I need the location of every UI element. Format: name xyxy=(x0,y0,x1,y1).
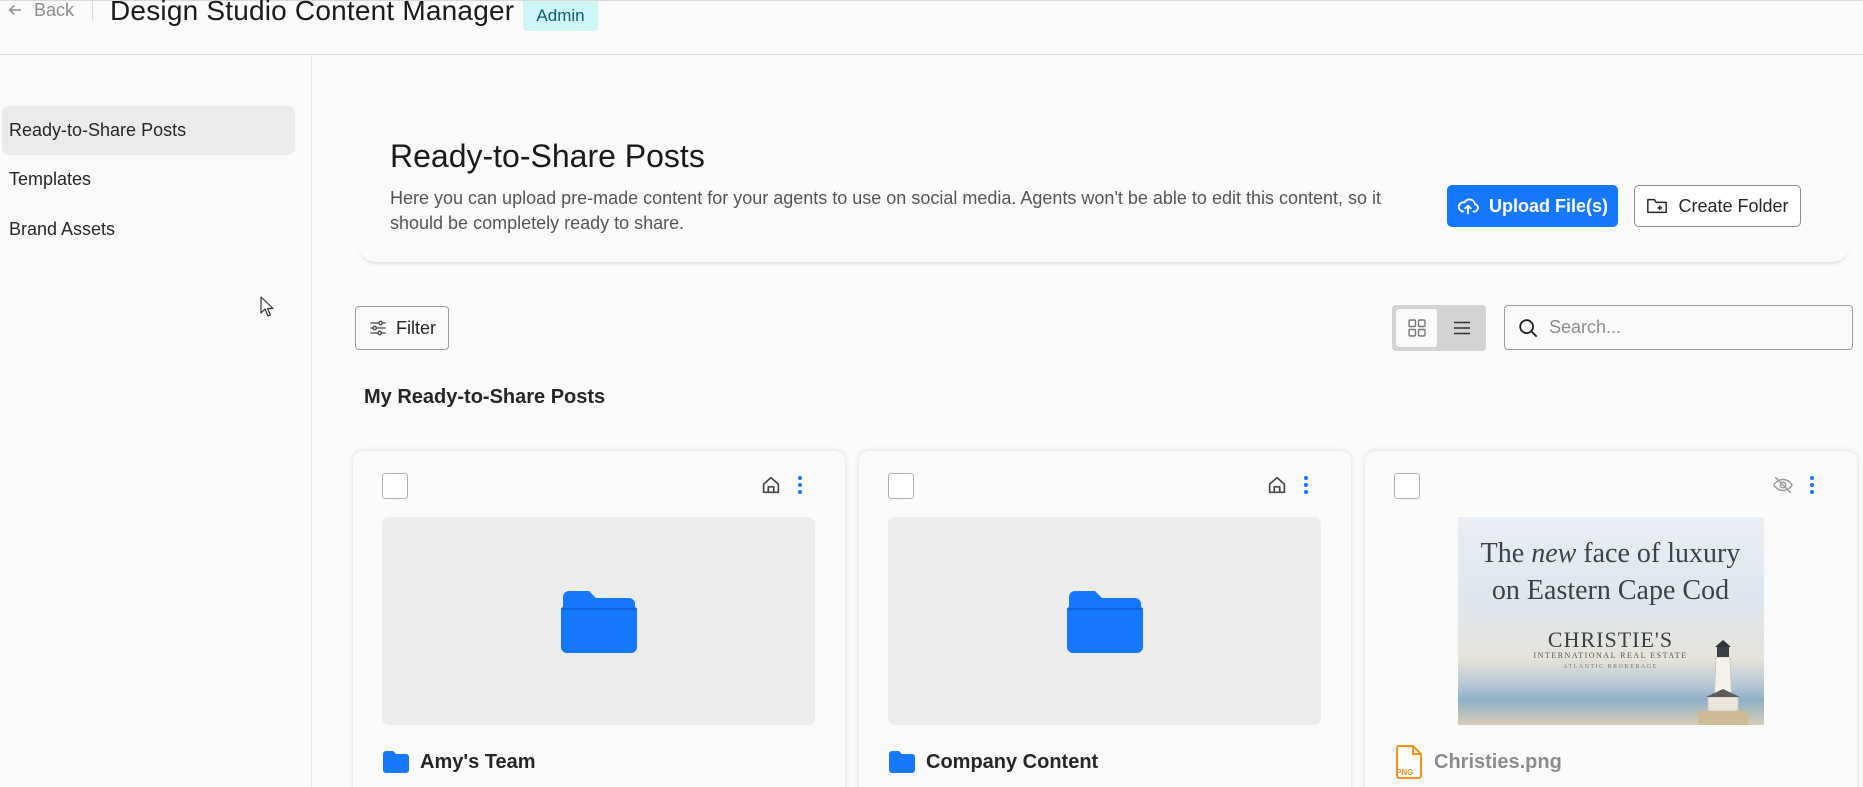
more-options-icon[interactable] xyxy=(1294,472,1318,498)
card-name: PNG Christies.png xyxy=(1394,745,1562,779)
card-name: Company Content xyxy=(888,745,1098,779)
card-name-label: Christies.png xyxy=(1434,750,1562,773)
select-checkbox[interactable] xyxy=(1394,473,1420,499)
more-options-icon[interactable] xyxy=(788,472,812,498)
search-box xyxy=(1504,305,1853,350)
create-folder-label: Create Folder xyxy=(1678,195,1789,216)
role-badge: Admin xyxy=(523,1,598,31)
upload-files-label: Upload File(s) xyxy=(1488,195,1608,216)
png-file-icon: PNG xyxy=(1396,745,1422,779)
filter-label: Filter xyxy=(396,317,436,338)
folder-icon xyxy=(383,751,409,773)
view-mode-toggle xyxy=(1392,305,1486,351)
intro-panel: Ready-to-Share Posts Here you can upload… xyxy=(358,100,1850,262)
section-title: My Ready-to-Share Posts xyxy=(364,386,606,408)
folder-plus-icon xyxy=(1647,198,1668,214)
search-input[interactable] xyxy=(1549,317,1852,338)
arrow-left-icon xyxy=(8,4,21,16)
card-name: Amy's Team xyxy=(382,745,536,779)
top-bar: Back Design Studio Content Manager Admin xyxy=(0,0,1863,55)
list-icon xyxy=(1453,321,1470,335)
sidebar-item-brand-assets[interactable]: Brand Assets xyxy=(2,205,295,254)
filter-button[interactable]: Filter xyxy=(355,306,449,350)
eye-off-icon xyxy=(1772,476,1794,494)
content-card[interactable]: Amy's Team xyxy=(353,451,845,787)
create-folder-button[interactable]: Create Folder xyxy=(1634,185,1801,227)
select-checkbox[interactable] xyxy=(888,473,914,499)
folder-icon xyxy=(889,751,915,773)
back-label: Back xyxy=(34,0,75,20)
page-description: Here you can upload pre-made content for… xyxy=(390,188,1382,233)
more-options-icon[interactable] xyxy=(1800,472,1824,498)
svg-text:PNG: PNG xyxy=(1396,768,1413,777)
folder-icon xyxy=(1066,591,1143,653)
folder-thumbnail[interactable] xyxy=(382,517,815,725)
sliders-icon xyxy=(370,320,386,336)
grid-icon xyxy=(1407,319,1426,337)
house-icon xyxy=(1268,476,1286,494)
back-button[interactable]: Back xyxy=(6,0,74,21)
search-icon xyxy=(1519,318,1538,337)
image-preview: The new face of luxury on Eastern Cape C… xyxy=(1457,517,1764,725)
card-name-label: Company Content xyxy=(926,750,1099,773)
list-view-button[interactable] xyxy=(1441,309,1482,347)
lighthouse-illustration xyxy=(1697,640,1748,725)
header-divider xyxy=(92,1,93,21)
content-card[interactable]: Company Content xyxy=(859,451,1351,787)
folder-thumbnail[interactable] xyxy=(888,517,1321,725)
upload-files-button[interactable]: Upload File(s) xyxy=(1447,185,1618,227)
preview-headline: The new face of luxury on Eastern Cape C… xyxy=(1480,538,1741,606)
sidebar-item-ready-to-share-posts[interactable]: Ready-to-Share Posts xyxy=(2,106,295,155)
sidebar-item-templates[interactable]: Templates xyxy=(2,155,295,204)
grid-view-button[interactable] xyxy=(1396,309,1437,347)
sidebar: Ready-to-Share Posts Templates Brand Ass… xyxy=(0,56,312,787)
page-title: Ready-to-Share Posts xyxy=(390,138,705,174)
content-card[interactable]: The new face of luxury on Eastern Cape C… xyxy=(1365,451,1857,787)
house-icon xyxy=(762,476,780,494)
mouse-cursor-icon xyxy=(260,296,274,317)
image-thumbnail[interactable]: The new face of luxury on Eastern Cape C… xyxy=(1394,517,1827,725)
card-name-label: Amy's Team xyxy=(420,750,536,773)
cloud-upload-icon xyxy=(1457,198,1479,215)
app-title: Design Studio Content Manager xyxy=(110,0,515,26)
folder-icon xyxy=(560,591,637,653)
select-checkbox[interactable] xyxy=(382,473,408,499)
